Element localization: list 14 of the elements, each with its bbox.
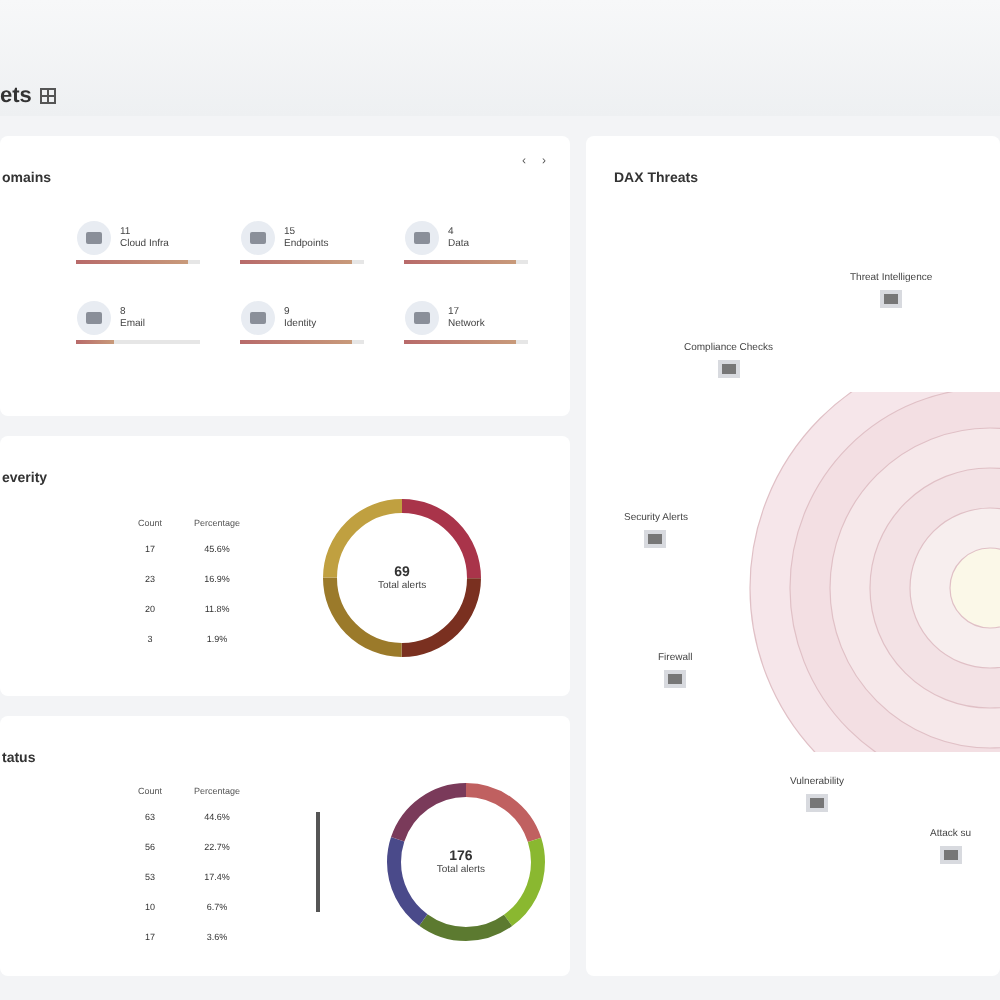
- category-icon: [240, 300, 276, 336]
- page-title: ets: [0, 84, 32, 108]
- node-icon[interactable]: [644, 530, 667, 548]
- category-icon: [76, 300, 112, 336]
- node-icon[interactable]: [939, 846, 962, 864]
- node-icon[interactable]: [717, 360, 740, 378]
- node-icon[interactable]: [880, 290, 903, 308]
- node-icon[interactable]: [664, 670, 687, 688]
- node-icon[interactable]: [806, 794, 829, 812]
- category-icon: [404, 220, 440, 256]
- grid-icon[interactable]: [39, 88, 56, 104]
- category-icon: [76, 220, 112, 256]
- category-icon: [404, 300, 440, 336]
- category-icon: [240, 220, 276, 256]
